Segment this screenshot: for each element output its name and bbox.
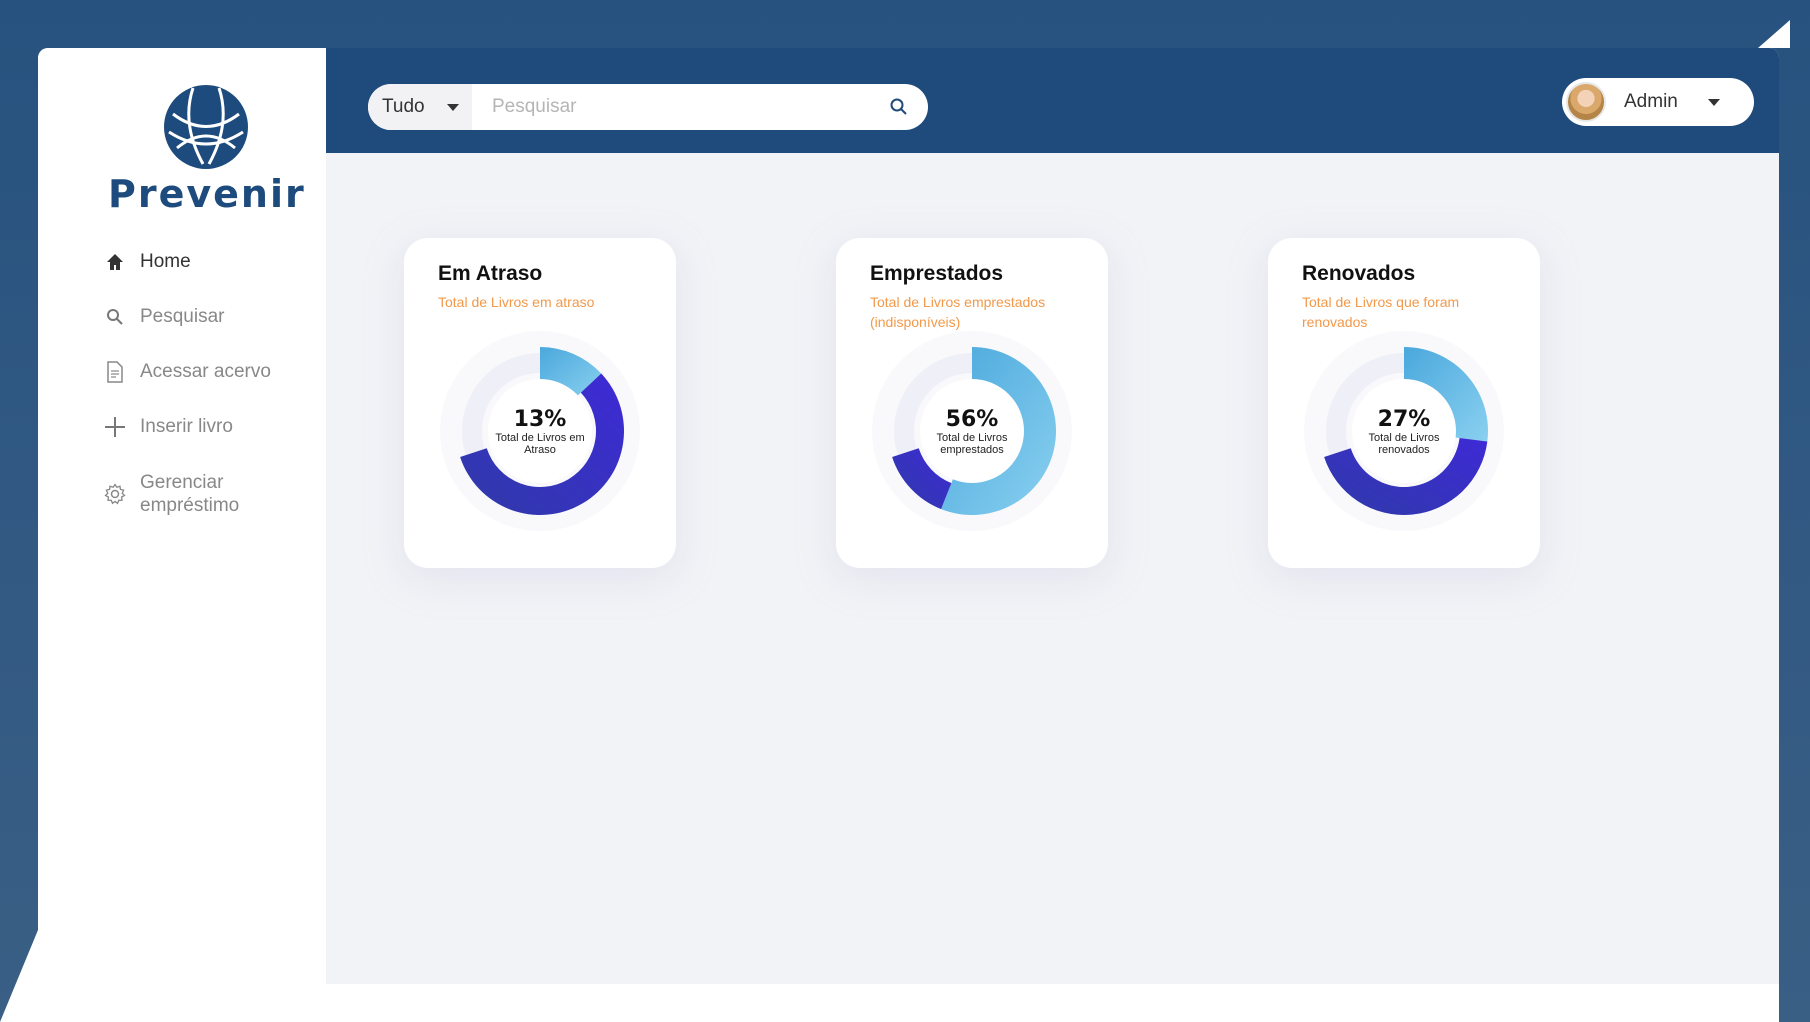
sidebar-item-label: Inserir livro (140, 415, 233, 437)
sidebar-item-home[interactable]: Home (104, 234, 314, 289)
sidebar-item-label: Gerenciar empréstimo (140, 472, 240, 516)
brand-logo: Prevenir (108, 84, 304, 216)
document-icon (104, 360, 126, 383)
user-menu[interactable]: Admin (1562, 78, 1754, 126)
globe-logo-icon (164, 85, 248, 169)
card-subtitle: Total de Livros emprestados (indisponíve… (870, 294, 1046, 330)
donut-center: 56% Total de Livros emprestados (869, 328, 1075, 534)
sidebar-nav: Home Pesquisar Acessar acervo Inserir li… (104, 234, 314, 534)
percent-caption: Total de Livros em Atraso (495, 431, 585, 456)
search-icon (104, 306, 126, 328)
chevron-down-icon (1707, 98, 1720, 106)
percent-value: 27% (1377, 406, 1431, 432)
avatar (1566, 82, 1606, 122)
percent-value: 13% (513, 406, 567, 432)
plus-icon (104, 416, 126, 438)
sidebar-item-label: Acessar acervo (140, 360, 271, 382)
stat-card-renovados: Renovados Total de Livros que foram reno… (1268, 238, 1540, 568)
search-bar: Tudo (368, 84, 928, 130)
sidebar-item-gerenciar[interactable]: Gerenciar empréstimo (104, 454, 314, 534)
app-window: Prevenir Home Pesquisar Acessar acervo I… (38, 48, 1779, 984)
chevron-down-icon (446, 103, 459, 111)
sidebar-item-pesquisar[interactable]: Pesquisar (104, 289, 314, 344)
search-input[interactable] (472, 84, 870, 130)
search-button[interactable] (870, 84, 928, 130)
search-filter-value: Tudo (382, 96, 425, 117)
search-filter-select[interactable]: Tudo (368, 84, 472, 130)
stat-card-atraso: Em Atraso Total de Livros em atraso 13% … (404, 238, 676, 568)
stat-card-emprestados: Emprestados Total de Livros emprestados … (836, 238, 1108, 568)
sidebar-item-inserir[interactable]: Inserir livro (104, 399, 314, 454)
home-icon (104, 251, 126, 273)
card-title: Renovados (1302, 262, 1416, 285)
gear-icon (104, 483, 126, 505)
sidebar-item-label: Pesquisar (140, 305, 225, 327)
donut-center: 13% Total de Livros em Atraso (437, 328, 643, 534)
brand-name: Prevenir (108, 172, 306, 216)
sidebar: Prevenir Home Pesquisar Acessar acervo I… (38, 48, 326, 984)
sidebar-item-label: Home (140, 250, 191, 272)
card-title: Emprestados (870, 262, 1004, 285)
donut-center: 27% Total de Livros renovados (1301, 328, 1507, 534)
card-title: Em Atraso (438, 262, 543, 285)
percent-caption: Total de Livros renovados (1368, 431, 1440, 456)
search-icon (890, 98, 907, 115)
sidebar-item-acervo[interactable]: Acessar acervo (104, 344, 314, 399)
user-name: Admin (1624, 91, 1678, 112)
percent-caption: Total de Livros emprestados (936, 431, 1008, 456)
percent-value: 56% (945, 406, 999, 432)
card-subtitle: Total de Livros que foram renovados (1302, 294, 1460, 330)
top-bar: Tudo Admin (326, 48, 1779, 153)
card-subtitle: Total de Livros em atraso (438, 294, 595, 310)
